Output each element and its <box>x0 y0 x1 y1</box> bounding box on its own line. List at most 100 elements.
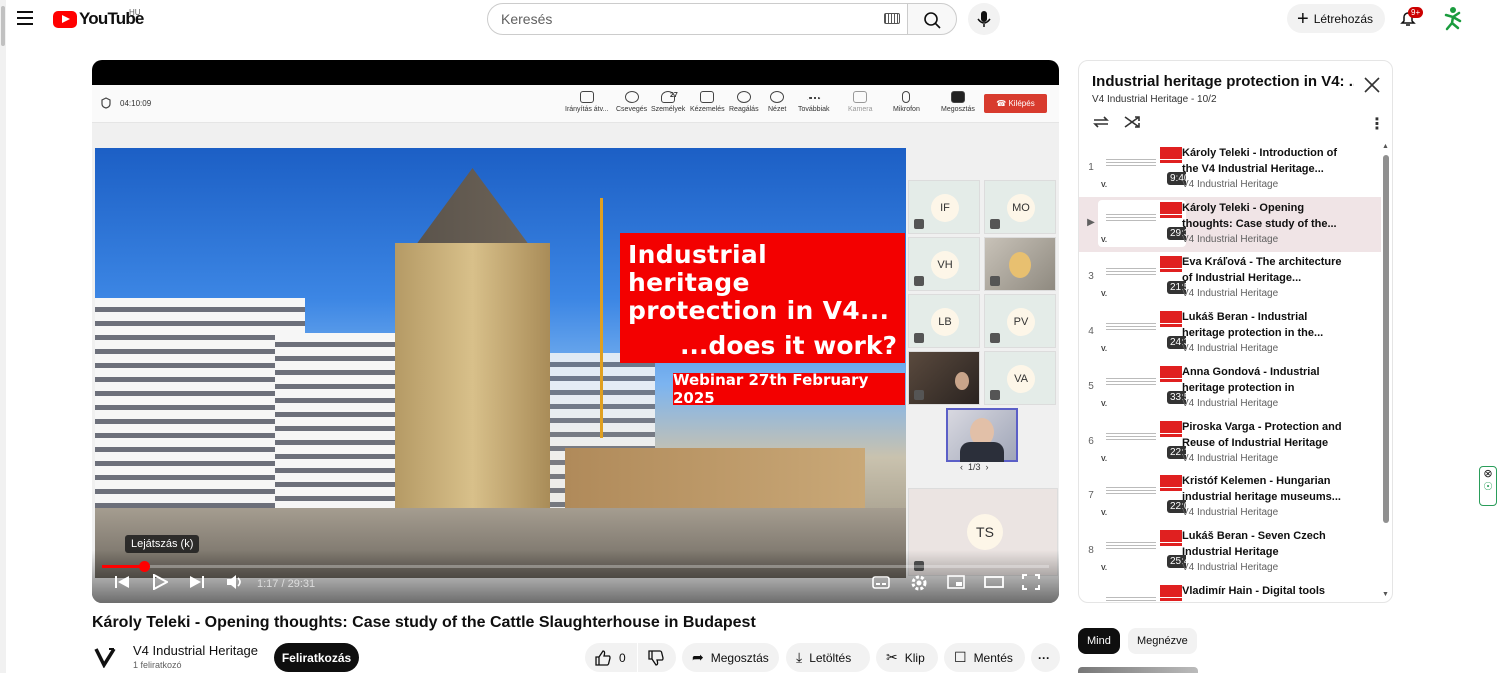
playlist-item-index: 3 <box>1088 271 1094 283</box>
playlist-item-thumbnail[interactable]: V.21:52 <box>1098 254 1186 302</box>
playlist-item[interactable]: ▶V.29:32Károly Teleki - Opening thoughts… <box>1079 196 1381 252</box>
shield-icon <box>101 97 111 109</box>
account-avatar[interactable] <box>1440 6 1466 32</box>
participant-tiles: IF MO VH LB PV VA TS <box>908 180 1058 578</box>
play-button[interactable] <box>152 573 170 593</box>
filter-chip-all[interactable]: Mind <box>1078 628 1120 654</box>
volume-button[interactable] <box>226 574 244 593</box>
channel-name[interactable]: V4 Industrial Heritage <box>133 643 258 658</box>
meeting-tool-more: Továbbiak <box>798 91 830 113</box>
mic-muted-icon <box>990 276 1000 286</box>
playlist-item-title[interactable]: Anna Gondová - Industrial heritage prote… <box>1182 364 1342 396</box>
playlist-item[interactable]: 1 V.9:40Károly Teleki - Introduction of t… <box>1079 142 1381 197</box>
voice-search-button[interactable] <box>968 3 1000 35</box>
playlist-item-title[interactable]: Piroska Varga - Protection and Reuse of … <box>1182 419 1342 451</box>
playlist-item-index: 6 <box>1088 435 1094 447</box>
filter-chip-watched[interactable]: Megnézve <box>1128 628 1197 654</box>
participant-video-tile <box>984 237 1056 291</box>
microphone-icon <box>977 11 991 27</box>
create-button[interactable]: + Létrehozás <box>1287 4 1385 33</box>
playlist-scrollbar[interactable]: ▲ ▼ <box>1382 143 1390 599</box>
playlist-item-title[interactable]: Lukáš Beran - Seven Czech Industrial Her… <box>1182 528 1342 560</box>
mic-muted-icon <box>914 333 924 343</box>
recommended-thumbnail[interactable] <box>1078 667 1198 673</box>
search-input[interactable]: Keresés <box>487 3 908 35</box>
playlist-item-title[interactable]: Lukáš Beran - Industrial heritage protec… <box>1182 309 1342 341</box>
scroll-up-icon[interactable]: ▲ <box>1382 143 1389 150</box>
video-player[interactable]: 04:10:09 Irányítás átv... Csevegés 27 Sze… <box>92 60 1059 603</box>
video-title: Károly Teleki - Opening thoughts: Case s… <box>92 614 756 631</box>
progress-bar[interactable] <box>102 561 1049 572</box>
playlist-item-thumbnail[interactable]: V.9:40 <box>1098 145 1186 192</box>
previous-button[interactable] <box>114 574 130 593</box>
share-button[interactable]: ➦ Megosztás <box>682 643 779 672</box>
playlist-item-title[interactable]: Károly Teleki - Opening thoughts: Case s… <box>1182 200 1342 232</box>
playlist-item-title[interactable]: Károly Teleki - Introduction of the V4 I… <box>1182 145 1342 177</box>
playlist-item-channel: V4 Industrial Heritage <box>1182 507 1279 519</box>
clip-button[interactable]: ✂ Klip <box>876 643 938 672</box>
next-button[interactable] <box>189 574 205 593</box>
progress-scrubber[interactable] <box>138 561 150 572</box>
playlist-item-thumbnail[interactable]: V.22:13 <box>1098 418 1186 466</box>
previous-icon <box>115 576 129 588</box>
page-scrollbar[interactable] <box>0 0 6 673</box>
keyboard-icon[interactable] <box>884 13 900 24</box>
country-code: HU <box>129 8 141 17</box>
playlist-item[interactable]: V.Vladimír Hain - Digital tools for <box>1079 580 1381 602</box>
playlist-item[interactable]: 8 V.25:44Lukáš Beran - Seven Czech Indust… <box>1079 525 1381 580</box>
miniplayer-button[interactable] <box>947 574 965 593</box>
playlist-item-title[interactable]: Eva Kráľová - The architecture of Indust… <box>1182 254 1342 286</box>
playlist-title[interactable]: Industrial heritage protection in V4: ..… <box>1092 73 1354 90</box>
playlist-item-thumbnail[interactable]: V.25:44 <box>1098 527 1186 575</box>
more-actions-button[interactable]: ··· <box>1031 643 1060 672</box>
playlist-item-thumbnail[interactable]: V.33:52 <box>1098 363 1186 411</box>
loop-button[interactable] <box>1092 114 1110 135</box>
playlist-item-channel: V4 Industrial Heritage <box>1182 397 1279 409</box>
download-button[interactable]: ⤓ Letöltés <box>786 643 870 672</box>
next-icon <box>190 576 204 588</box>
playlist-item-title[interactable]: Vladimír Hain - Digital tools for <box>1182 583 1342 602</box>
playlist-item[interactable]: 3 V.21:52Eva Kráľová - The architecture o… <box>1079 251 1381 306</box>
theater-mode-button[interactable] <box>984 574 1004 593</box>
menu-icon[interactable] <box>17 11 33 25</box>
playlist-item[interactable]: 4 V.24:33Lukáš Beran - Industrial heritag… <box>1079 306 1381 361</box>
playlist-subtitle: V4 Industrial Heritage - 10/2 <box>1092 94 1217 105</box>
playlist-item-index: 1 <box>1088 162 1094 173</box>
playlist-menu-button[interactable]: ⋮ <box>1369 114 1385 134</box>
fullscreen-icon <box>1022 574 1040 590</box>
apartment-building <box>275 333 400 528</box>
playlist-item-thumbnail[interactable]: V. <box>1098 582 1186 602</box>
playlist-item[interactable]: 7 V.22:01Kristóf Kelemen - Hungarian indu… <box>1079 470 1381 525</box>
playlist-item-channel: V4 Industrial Heritage <box>1182 343 1279 355</box>
extension-widget[interactable]: ⊗ ☉ <box>1479 466 1497 506</box>
fullscreen-button[interactable] <box>1022 574 1040 593</box>
close-circle-icon[interactable]: ⊗ <box>1480 467 1496 480</box>
mic-muted-icon <box>914 219 924 229</box>
playlist-item-thumbnail[interactable]: V.22:01 <box>1098 473 1186 521</box>
subscribe-button[interactable]: Feliratkozás <box>274 643 359 672</box>
search-button[interactable] <box>907 3 957 35</box>
scroll-down-icon[interactable]: ▼ <box>1382 591 1389 598</box>
save-button[interactable]: ☐ Mentés <box>944 643 1025 672</box>
subtitles-button[interactable] <box>872 574 890 593</box>
extension-icon[interactable]: ☉ <box>1480 480 1496 493</box>
v4-logo-icon: V. <box>1101 510 1107 518</box>
shuffle-button[interactable] <box>1124 114 1142 135</box>
like-button[interactable]: 0 <box>585 643 637 672</box>
playlist-scroll-thumb[interactable] <box>1383 155 1389 523</box>
settings-button[interactable] <box>910 574 928 595</box>
v4-logo-icon <box>94 648 116 669</box>
thumbs-down-icon <box>648 649 664 666</box>
playlist-item[interactable]: 5 V.33:52Anna Gondová - Industrial herita… <box>1079 361 1381 416</box>
close-playlist-button[interactable] <box>1364 77 1380 97</box>
playlist-item-thumbnail[interactable]: V.29:32 <box>1098 199 1186 247</box>
dislike-button[interactable] <box>638 643 676 672</box>
thumbs-up-icon <box>595 649 611 666</box>
meeting-leave-button: ☎ Kilépés <box>984 94 1047 113</box>
play-icon <box>153 573 170 591</box>
playlist-panel: Industrial heritage protection in V4: ..… <box>1078 60 1393 603</box>
playlist-item-title[interactable]: Kristóf Kelemen - Hungarian industrial h… <box>1182 473 1342 505</box>
channel-avatar[interactable] <box>94 646 118 669</box>
playlist-item-thumbnail[interactable]: V.24:33 <box>1098 309 1186 357</box>
playlist-item[interactable]: 6 V.22:13Piroska Varga - Protection and R… <box>1079 416 1381 471</box>
